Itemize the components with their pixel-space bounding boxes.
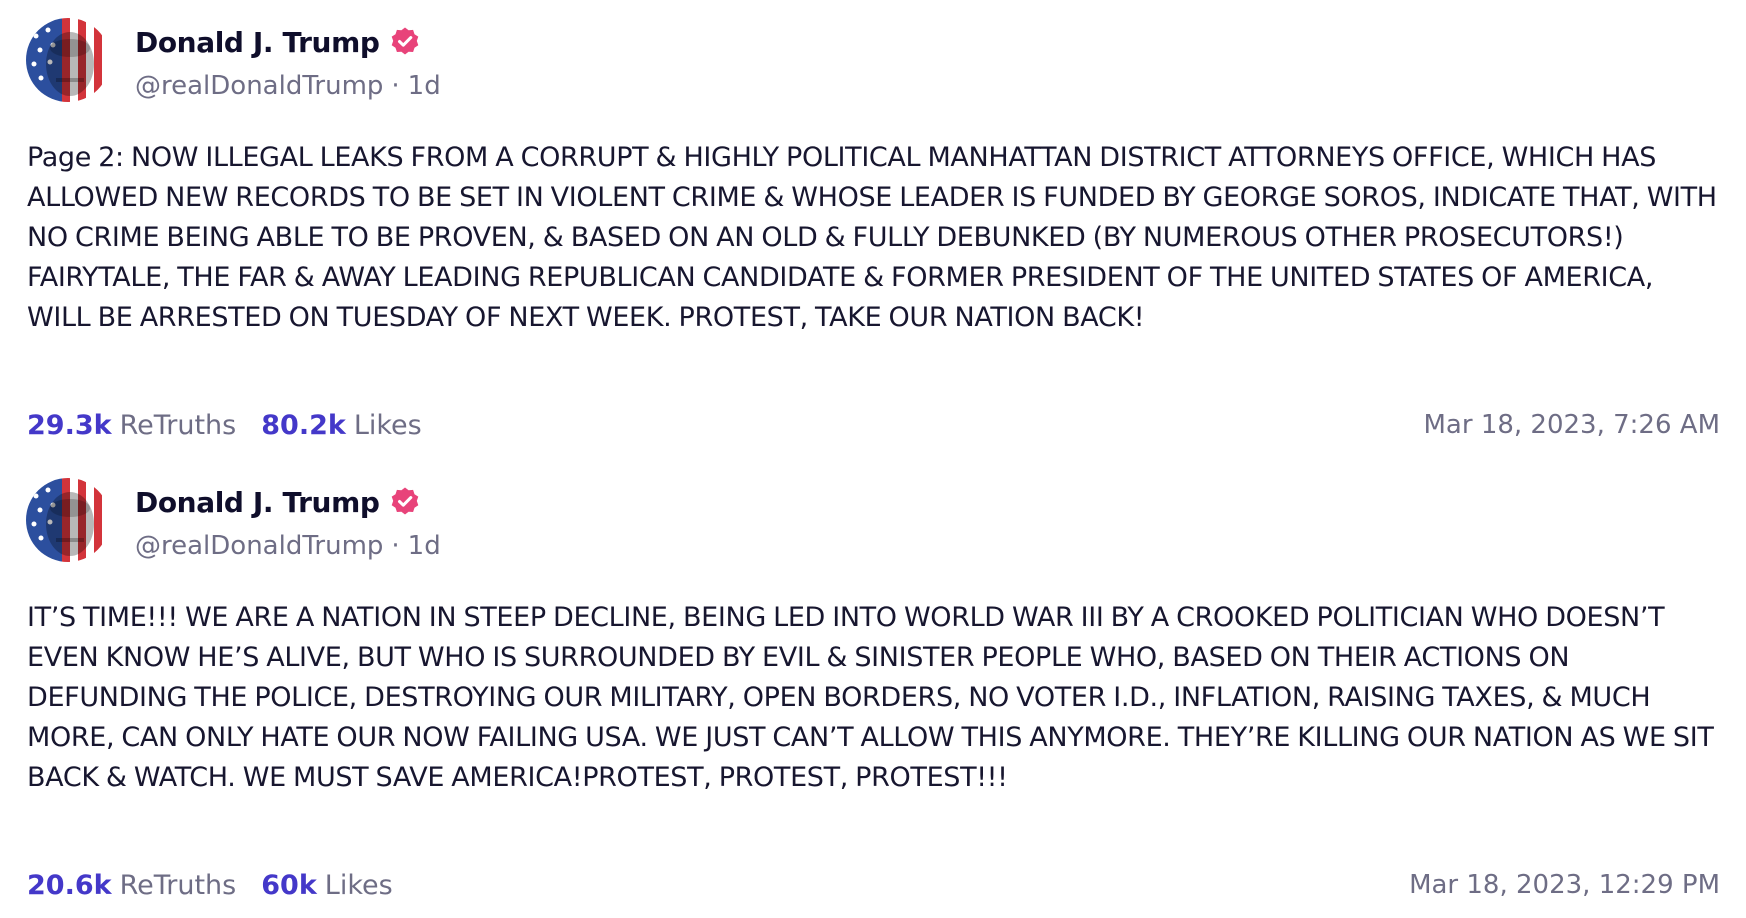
avatar[interactable] [26,478,110,562]
post-timestamp[interactable]: Mar 18, 2023, 12:29 PM [1409,865,1720,905]
author-display-name[interactable]: Donald J. Trump [135,26,380,59]
likes-stat[interactable]: 80.2k Likes [261,410,421,441]
post-timestamp[interactable]: Mar 18, 2023, 7:26 AM [1424,405,1721,445]
post-text: IT’S TIME!!! WE ARE A NATION IN STEEP DE… [27,602,1714,793]
author-handle[interactable]: @realDonaldTrump [135,531,383,561]
post-age: 1d [407,71,441,101]
verified-badge-icon [389,486,421,518]
separator-dot: · [391,531,400,561]
likes-label: Likes [353,409,422,441]
retruths-count: 20.6k [27,869,112,901]
retruths-label: ReTruths [119,409,237,441]
author-handle-row: @realDonaldTrump · 1d [135,68,441,104]
verified-badge-icon [389,26,421,58]
retruths-stat[interactable]: 20.6k ReTruths [27,870,236,901]
author-handle-row: @realDonaldTrump · 1d [135,528,441,564]
likes-stat[interactable]: 60k Likes [261,870,392,901]
separator-dot: · [391,71,400,101]
author-name-row: Donald J. Trump [135,22,421,62]
avatar-image [26,18,110,102]
author-handle[interactable]: @realDonaldTrump [135,71,383,101]
avatar-image [26,478,110,562]
author-name-row: Donald J. Trump [135,482,421,522]
retruths-stat[interactable]: 29.3k ReTruths [27,410,236,441]
avatar[interactable] [26,18,110,102]
likes-count: 80.2k [261,409,346,441]
likes-label: Likes [324,869,393,901]
post-text: Page 2: NOW ILLEGAL LEAKS FROM A CORRUPT… [27,142,1717,333]
post-age: 1d [407,531,441,561]
retruths-count: 29.3k [27,409,112,441]
post-stats: 29.3k ReTruths 80.2k Likes [27,405,422,445]
post-stats: 20.6k ReTruths 60k Likes [27,865,393,905]
retruths-label: ReTruths [119,869,237,901]
author-display-name[interactable]: Donald J. Trump [135,486,380,519]
likes-count: 60k [261,869,317,901]
